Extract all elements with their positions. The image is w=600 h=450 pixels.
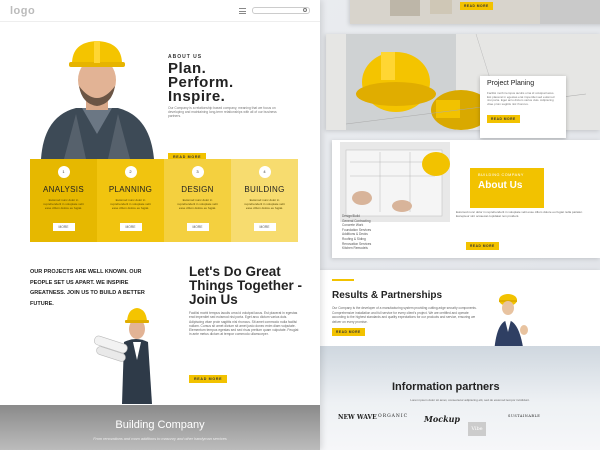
service-analysis: 1 ANALYSIS Euismod nunc dolor in reprehe…: [30, 159, 97, 242]
about-read-more-button[interactable]: READ MORE: [466, 242, 499, 250]
services-list: Design/Build General Contracting Concret…: [342, 214, 371, 251]
about-text: Our Company is a relationship based comp…: [168, 106, 277, 118]
left-page: logo ABOUT US Plan. Perform. Inspire. Ou…: [0, 0, 320, 450]
about-sheet: BUILDING COMPANY About Us Design/Build G…: [332, 140, 600, 258]
businesswoman-image: [494, 294, 528, 354]
information-title: Information partners: [392, 381, 500, 393]
accent-line: [332, 279, 354, 281]
service-more-button[interactable]: MORE: [119, 223, 142, 231]
information-subtitle: Lorem ipsum dolor sit amet, consectetur …: [410, 398, 530, 402]
service-label: BUILDING: [244, 185, 285, 194]
hero-section: ABOUT US Plan. Perform. Inspire. Our Com…: [0, 22, 320, 161]
service-number: 4: [258, 166, 271, 178]
join-us-text: Facilisi morbi tempus iaculis urna id vo…: [189, 311, 299, 337]
top-image-sheet: READ MORE: [350, 0, 600, 24]
project-sheet: Project Planing Facilisi morbi tempus ia…: [326, 33, 600, 138]
service-number: 1: [57, 166, 70, 178]
footer-subtitle: From renovations and room additions to m…: [93, 437, 227, 441]
join-us-read-more-button[interactable]: READ MORE: [189, 375, 228, 383]
service-more-button[interactable]: MORE: [186, 223, 209, 231]
project-card-text: Facilisi morbi tempus iaculis urna id vo…: [487, 91, 555, 107]
join-us-title: Let's Do Great Things Together - Join Us: [189, 264, 302, 307]
information-partners-section: Information partners Lorem ipsum dolor s…: [320, 346, 600, 450]
hamburger-icon[interactable]: [239, 7, 246, 14]
service-label: ANALYSIS: [43, 185, 84, 194]
search-icon[interactable]: [303, 8, 307, 12]
service-label: PLANNING: [108, 185, 153, 194]
top-read-more-button[interactable]: READ MORE: [460, 2, 493, 10]
results-read-more-button[interactable]: READ MORE: [332, 328, 365, 336]
project-card: Project Planing Facilisi morbi tempus ia…: [480, 76, 566, 138]
footer-banner: Building Company From renovations and ro…: [0, 405, 320, 450]
partner-logo-sustainable: SUSTAINABLE: [508, 414, 541, 418]
partner-logo-vibe: Vibe: [468, 422, 486, 436]
about-box-eyebrow: BUILDING COMPANY: [478, 173, 524, 177]
service-planning: 2 PLANNING Euismod nunc dolor in reprehe…: [97, 159, 164, 242]
service-design: 3 DESIGN Euismod nunc dolor in reprehend…: [164, 159, 231, 242]
partner-logo-organic: ORGANIC: [378, 414, 409, 419]
services-strip: 1 ANALYSIS Euismod nunc dolor in reprehe…: [30, 159, 298, 242]
results-text: Our Company is the developer of a manufa…: [332, 306, 477, 324]
service-label: DESIGN: [181, 185, 214, 194]
mockup-canvas: READ MORE Project Planing Facilisi morbi…: [0, 0, 600, 450]
engineer-with-blueprints-image: [94, 308, 152, 404]
blueprint-hands-image: [340, 142, 450, 222]
about-box-title: About Us: [478, 180, 523, 191]
about-text: Euismod nunc dolor in reprehenderit in v…: [456, 210, 583, 219]
partner-logo-mockup: Mockup: [424, 414, 461, 424]
service-text: Euismod nunc dolor in reprehenderit in v…: [110, 198, 151, 210]
search-input[interactable]: [252, 7, 310, 14]
service-more-button[interactable]: MORE: [52, 223, 75, 231]
service-text: Euismod nunc dolor in reprehenderit in v…: [177, 198, 218, 210]
project-read-more-button[interactable]: READ MORE: [487, 114, 520, 123]
right-page: READ MORE Project Planing Facilisi morbi…: [320, 0, 600, 450]
results-title: Results & Partnerships: [332, 290, 443, 301]
service-text: Euismod nunc dolor in reprehenderit in v…: [244, 198, 285, 210]
construction-worker-image: [41, 41, 154, 159]
list-item: Kitchen Remodels: [342, 246, 368, 251]
service-building: 4 BUILDING Euismod nunc dolor in reprehe…: [231, 159, 298, 242]
footer-title: Building Company: [115, 419, 205, 431]
service-number: 3: [191, 166, 204, 178]
about-yellow-box: BUILDING COMPANY About Us: [470, 168, 544, 208]
service-number: 2: [124, 166, 137, 178]
service-more-button[interactable]: MORE: [253, 223, 276, 231]
about-title: Plan. Perform. Inspire.: [168, 60, 234, 105]
site-logo[interactable]: logo: [10, 5, 35, 17]
project-card-title: Project Planing: [487, 80, 535, 87]
partner-logo-new-wave: NEW WAVE: [338, 414, 377, 421]
site-header: logo: [0, 0, 320, 22]
service-text: Euismod nunc dolor in reprehenderit in v…: [43, 198, 84, 210]
results-sheet: Results & Partnerships Our Company is th…: [320, 270, 600, 354]
